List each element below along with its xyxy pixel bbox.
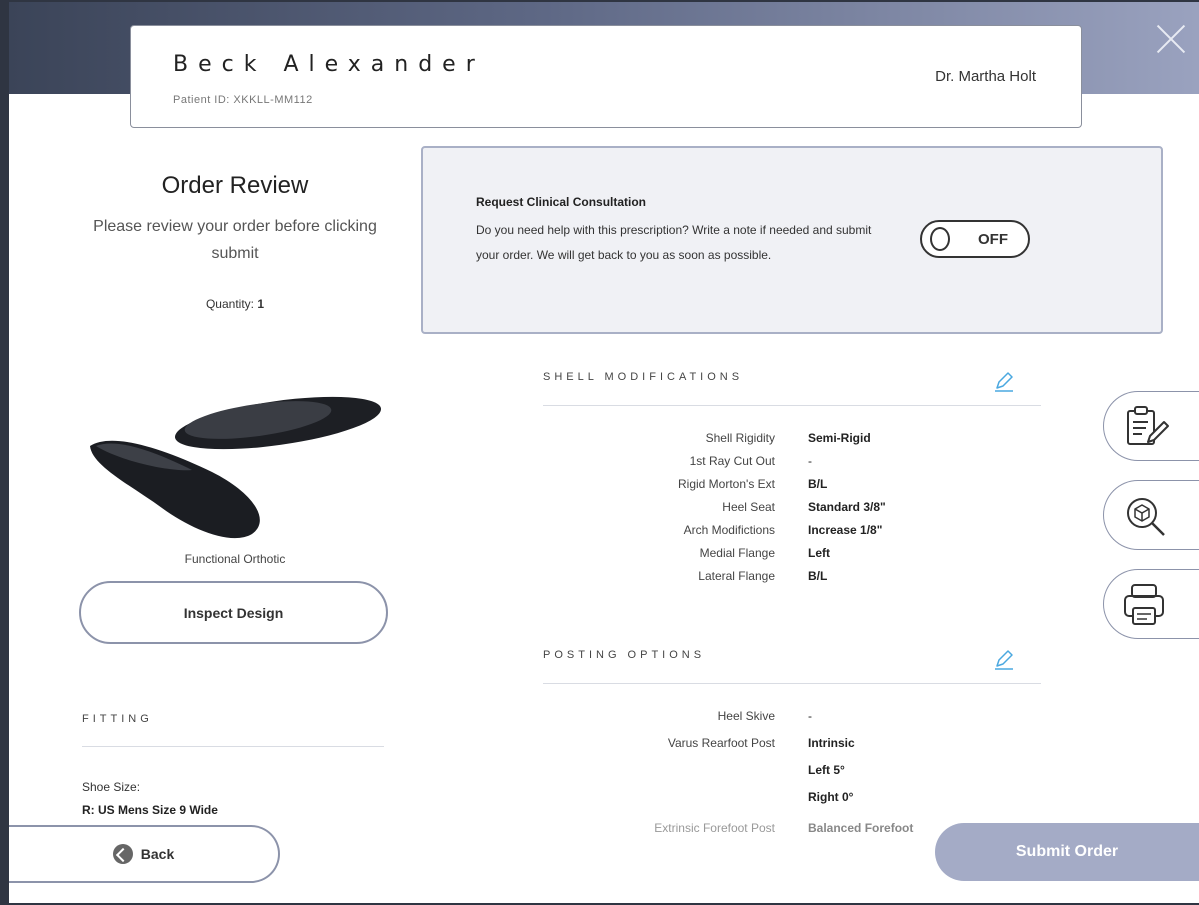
patient-id: Patient ID: XKKLL-MM112 [173,94,313,106]
inspect-design-button[interactable]: Inspect Design [79,581,388,644]
row-value: - [808,454,812,468]
posting-row: Varus Rearfoot Post Intrinsic [540,736,1040,756]
orthotic-image [90,396,382,539]
row-label: Medial Flange [699,546,775,560]
posting-row: Left 5° [540,763,1040,783]
shell-row: Lateral Flange B/L [540,569,1040,589]
submit-order-button[interactable]: Submit Order [935,823,1199,881]
back-label: Back [140,846,175,862]
row-label: Shell Rigidity [705,431,775,445]
back-arrow-icon [112,844,133,864]
shell-row: 1st Ray Cut Out - [540,454,1040,474]
fitting-divider [82,746,384,747]
clipboard-edit-icon [1127,406,1169,445]
row-value: Left [808,546,830,560]
page-title: Order Review [161,172,309,199]
product-label: Functional Orthotic [184,552,286,566]
posting-row: Heel Skive - [540,709,1040,729]
printer-icon [1124,584,1164,625]
row-label: 1st Ray Cut Out [689,454,775,468]
edit-posting-pencil-icon[interactable] [993,648,1015,670]
row-value: Left 5° [808,763,845,777]
shell-row: Medial Flange Left [540,546,1040,566]
posting-options-heading: POSTING OPTIONS [543,649,706,661]
row-value: Right 0° [808,790,854,804]
consultation-toggle[interactable]: OFF [920,220,1030,258]
quantity-label: Quantity: [205,297,254,311]
consultation-text: Do you need help with this prescription?… [476,223,872,262]
row-label: Rigid Morton's Ext [678,477,775,491]
row-value: - [808,709,812,723]
row-label: Varus Rearfoot Post [667,736,775,750]
shoe-size-value: R: US Mens Size 9 Wide [82,803,218,817]
close-icon[interactable] [1153,20,1189,56]
shell-modifications-heading: SHELL MODIFICATIONS [543,371,744,383]
shell-divider [543,405,1041,406]
doctor-name: Dr. Martha Holt [935,68,1036,85]
row-value: Balanced Forefoot [808,821,914,835]
row-label: Lateral Flange [698,569,775,583]
consultation-panel: Request Clinical Consultation Do you nee… [421,146,1163,334]
row-value: B/L [808,569,828,583]
row-value: Standard 3/8" [808,500,886,514]
shell-row: Rigid Morton's Ext B/L [540,477,1040,497]
toggle-label: OFF [978,231,1008,248]
toggle-knob [930,227,950,251]
posting-divider [543,683,1041,684]
row-label: Heel Skive [717,709,775,723]
row-label: Arch Modifictions [683,523,775,537]
shoe-size-label: Shoe Size: [82,780,141,794]
notes-tool-button[interactable] [1103,391,1199,461]
row-value: B/L [808,477,828,491]
row-value: Intrinsic [808,736,855,750]
3d-inspect-icon [1127,498,1165,536]
back-button[interactable]: Back [9,825,280,883]
shell-row: Heel Seat Standard 3/8" [540,500,1040,520]
row-value: Increase 1/8" [808,523,883,537]
fitting-heading: FITTING [82,713,153,725]
edit-shell-pencil-icon[interactable] [993,370,1015,392]
shell-row: Arch Modifictions Increase 1/8" [540,523,1040,543]
row-value: Semi-Rigid [808,431,871,445]
quantity-value: 1 [257,297,265,311]
row-label: Extrinsic Forefoot Post [654,821,775,835]
consultation-title: Request Clinical Consultation [476,195,647,209]
page-subtitle: Please review your order before clicking… [93,218,377,262]
patient-name: Beck Alexander [173,52,485,77]
patient-card: Beck Alexander Patient ID: XKKLL-MM112 D… [130,25,1082,128]
print-tool-button[interactable] [1103,569,1199,639]
inspect-3d-tool-button[interactable] [1103,480,1199,550]
row-label: Heel Seat [722,500,775,514]
quantity: Quantity: 1 [80,297,390,311]
shell-row: Shell Rigidity Semi-Rigid [540,431,1040,451]
posting-row: Right 0° [540,790,1040,810]
